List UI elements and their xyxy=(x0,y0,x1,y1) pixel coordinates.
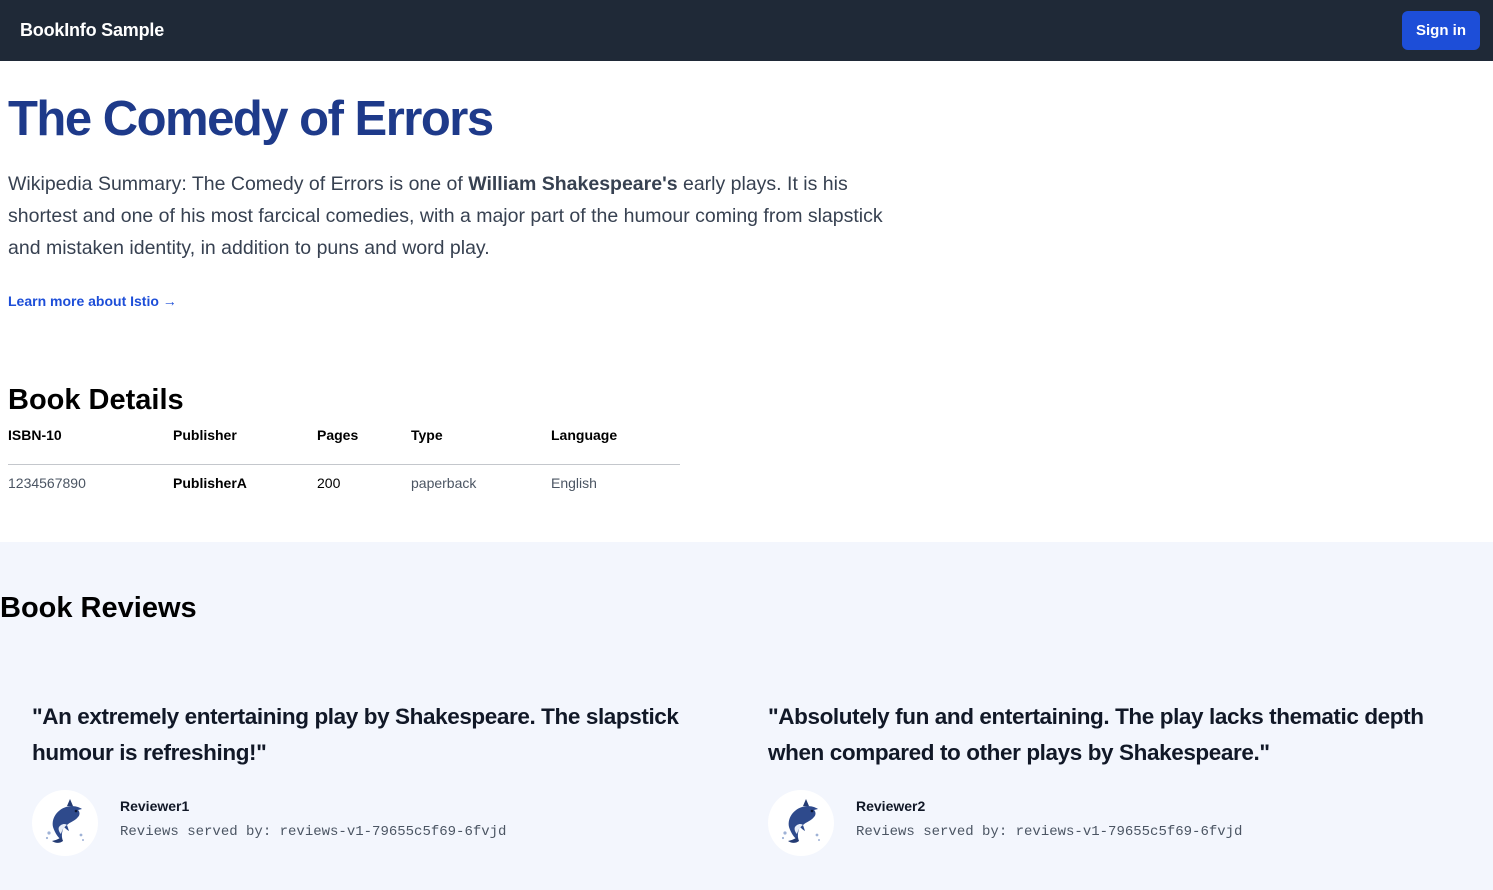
pages-value: 200 xyxy=(317,475,341,492)
book-reviews-heading: Book Reviews xyxy=(0,592,197,624)
column-header-pages: Pages xyxy=(317,422,411,465)
book-hero: The Comedy of Errors Wikipedia Summary: … xyxy=(8,88,908,311)
column-header-type: Type xyxy=(411,422,551,465)
summary-prefix: Wikipedia Summary: The Comedy of Errors … xyxy=(8,173,469,195)
book-title: The Comedy of Errors xyxy=(8,92,494,146)
table-row: 1234567890 PublisherA 200 paperback Engl… xyxy=(8,464,680,502)
column-header-language: Language xyxy=(551,422,680,465)
reviewer-name: Reviewer2 xyxy=(856,798,926,814)
book-details-section: Book Details ISBN-10 Publisher Pages Typ… xyxy=(8,380,680,502)
book-summary: Wikipedia Summary: The Comedy of Errors … xyxy=(8,168,908,264)
table-header-row: ISBN-10 Publisher Pages Type Language xyxy=(8,422,680,465)
review-meta: Reviewer1 Reviews served by: reviews-v1-… xyxy=(32,790,712,856)
column-header-publisher: Publisher xyxy=(173,422,317,465)
reviewer-name: Reviewer1 xyxy=(120,798,190,814)
language-value: English xyxy=(551,475,597,492)
brand-title[interactable]: BookInfo Sample xyxy=(20,20,164,41)
isbn-value: 1234567890 xyxy=(8,475,86,492)
review-card: "An extremely entertaining play by Shake… xyxy=(32,699,712,856)
column-header-isbn: ISBN-10 xyxy=(8,422,173,465)
top-navbar: BookInfo Sample Sign in xyxy=(0,0,1493,61)
book-reviews-section: Book Reviews "An extremely entertaining … xyxy=(0,542,1493,890)
review-text: "Absolutely fun and entertaining. The pl… xyxy=(768,704,1424,765)
dolphin-icon xyxy=(32,790,98,856)
book-details-heading: Book Details xyxy=(8,384,184,416)
summary-author: William Shakespeare's xyxy=(468,173,678,195)
type-value: paperback xyxy=(411,475,477,492)
reviewer-info: Reviewer1 Reviews served by: reviews-v1-… xyxy=(120,796,506,842)
dolphin-icon xyxy=(768,790,834,856)
served-by-text: Reviews served by: reviews-v1-79655c5f69… xyxy=(120,824,507,840)
review-text: "An extremely entertaining play by Shake… xyxy=(32,704,679,765)
reviewer-info: Reviewer2 Reviews served by: reviews-v1-… xyxy=(856,796,1242,842)
review-card: "Absolutely fun and entertaining. The pl… xyxy=(768,699,1448,856)
served-by-text: Reviews served by: reviews-v1-79655c5f69… xyxy=(856,824,1243,840)
publisher-value: PublisherA xyxy=(173,475,247,492)
review-meta: Reviewer2 Reviews served by: reviews-v1-… xyxy=(768,790,1448,856)
sign-in-button[interactable]: Sign in xyxy=(1402,11,1480,50)
learn-more-link[interactable]: Learn more about Istio → xyxy=(8,293,177,309)
book-details-table: ISBN-10 Publisher Pages Type Language 12… xyxy=(8,422,680,502)
